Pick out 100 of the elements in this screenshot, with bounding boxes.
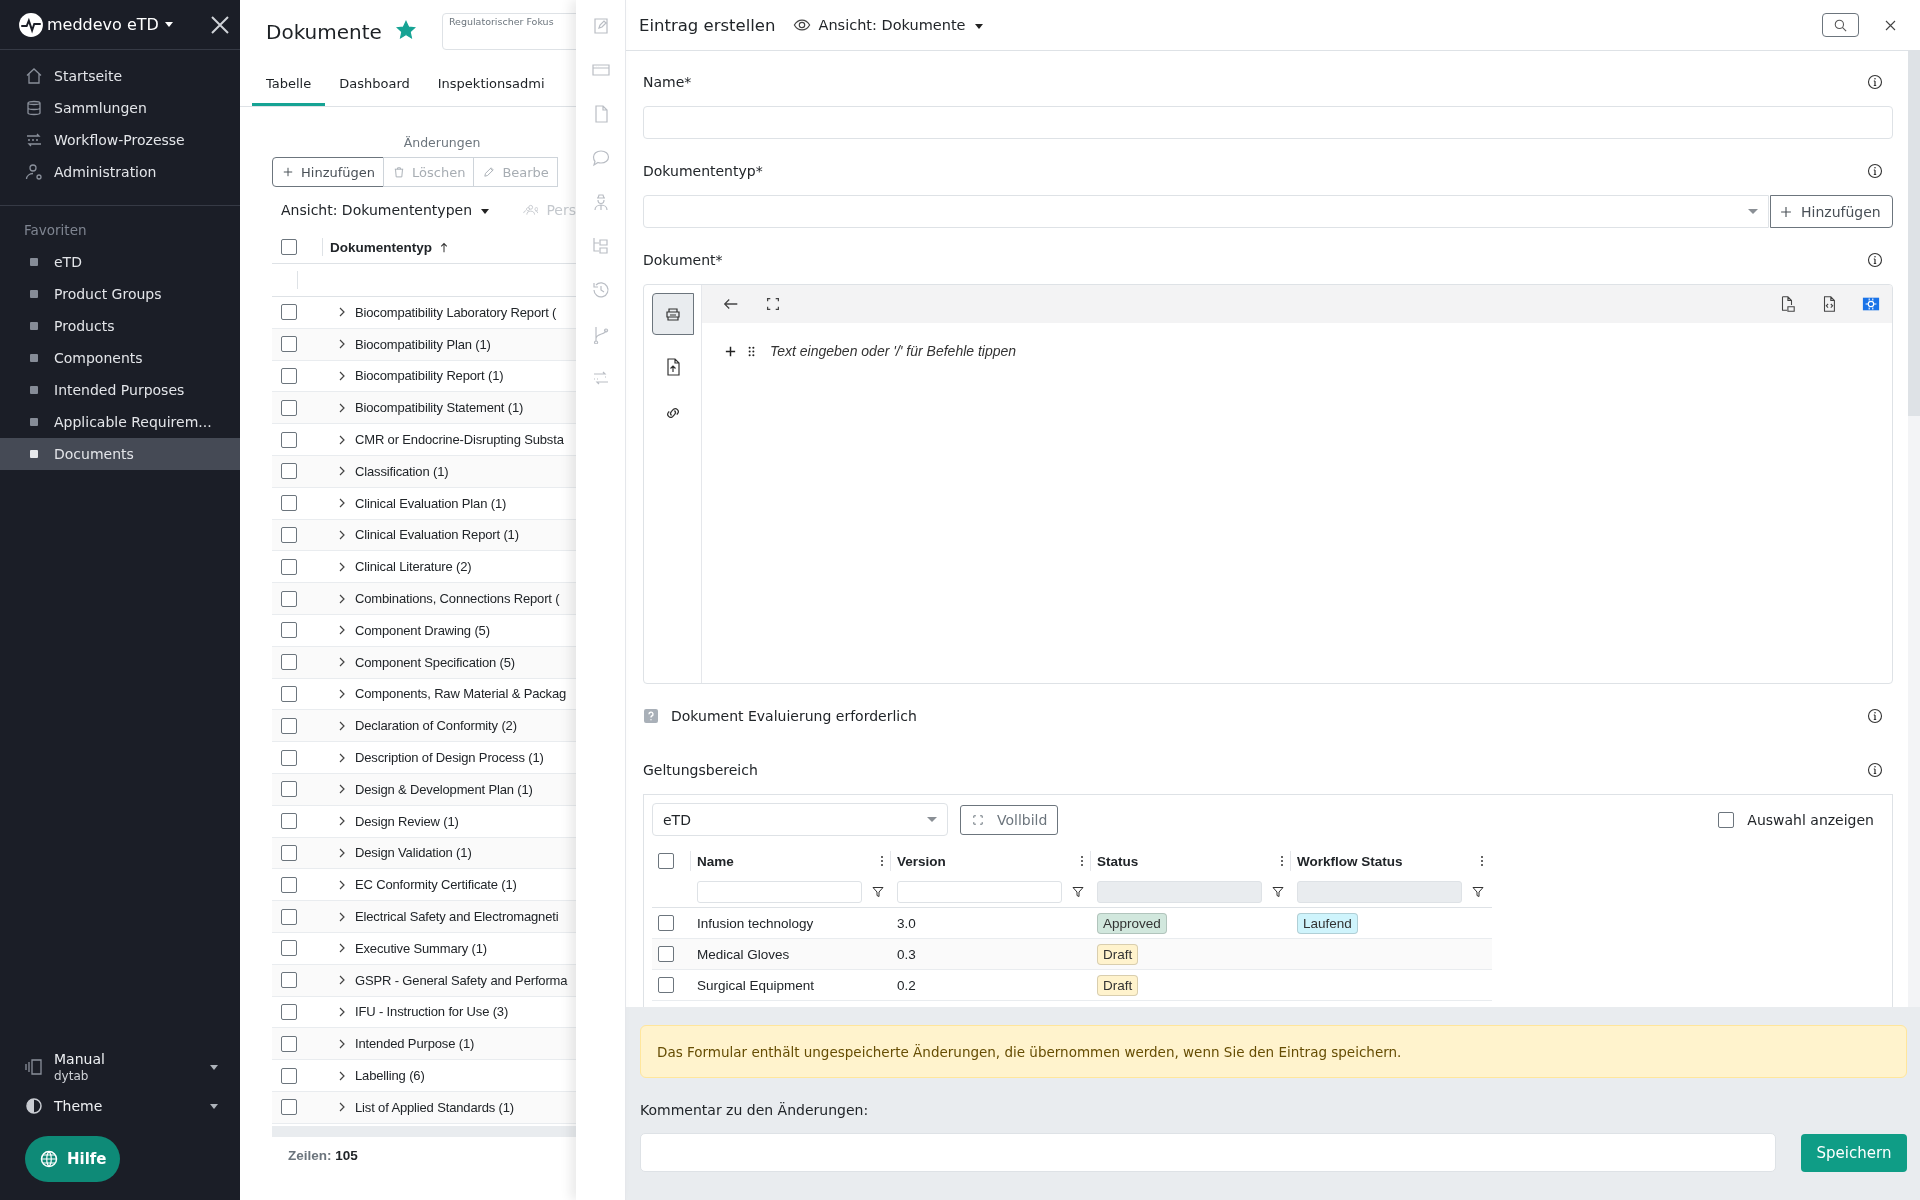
expand-icon[interactable] (338, 878, 346, 891)
expand-icon[interactable] (338, 465, 346, 478)
row-checkbox[interactable] (658, 946, 674, 962)
fullscreen-button[interactable]: Vollbild (960, 804, 1059, 835)
expand-icon[interactable] (338, 560, 346, 573)
row-checkbox[interactable] (281, 844, 297, 861)
group-row[interactable]: Description of Design Process (1) (355, 750, 544, 766)
info-icon[interactable] (1867, 74, 1883, 90)
group-row[interactable]: Biocompatibility Laboratory Report ( (355, 304, 557, 320)
expand-icon[interactable] (338, 624, 346, 637)
row-checkbox[interactable] (281, 590, 297, 607)
group-row[interactable]: CMR or Endocrine-Disrupting Substa (355, 432, 564, 448)
filter-icon[interactable] (1072, 885, 1084, 898)
group-row[interactable]: Design Review (1) (355, 813, 459, 829)
column-menu-icon[interactable] (1480, 855, 1484, 867)
row-checkbox[interactable] (281, 749, 297, 766)
nav-item[interactable]: Administration (54, 164, 157, 180)
expand-icon[interactable] (338, 656, 346, 669)
row-checkbox[interactable] (281, 526, 297, 543)
column-menu-icon[interactable] (1280, 855, 1284, 867)
info-icon[interactable] (1867, 762, 1883, 778)
expand-icon[interactable] (338, 751, 346, 764)
group-row[interactable]: Intended Purpose (1) (355, 1036, 475, 1052)
close-icon[interactable] (210, 14, 230, 35)
row-checkbox[interactable] (281, 940, 297, 957)
expand-icon[interactable] (338, 910, 346, 923)
row-checkbox[interactable] (281, 431, 297, 448)
info-icon[interactable] (1867, 252, 1883, 268)
indeterminate-checkbox[interactable] (644, 709, 658, 723)
column-header[interactable]: Version (897, 853, 1080, 869)
expand-icon[interactable] (338, 942, 346, 955)
comment-field[interactable] (640, 1133, 1776, 1172)
select-all-checkbox[interactable] (281, 239, 297, 255)
scrollbar-thumb[interactable] (1908, 51, 1920, 416)
filter-field[interactable] (1297, 880, 1462, 903)
group-row[interactable]: Clinical Literature (2) (355, 559, 472, 575)
group-row[interactable]: Executive Summary (1) (355, 940, 487, 956)
info-icon[interactable] (1867, 708, 1883, 724)
row-checkbox[interactable] (281, 876, 297, 893)
column-menu-icon[interactable] (880, 855, 884, 867)
nav-item[interactable]: Sammlungen (54, 100, 147, 116)
filter-icon[interactable] (1272, 885, 1284, 898)
expand-icon[interactable] (338, 497, 346, 510)
expand-icon[interactable] (338, 528, 346, 541)
archive-icon[interactable] (651, 293, 694, 335)
select-all-checkbox[interactable] (658, 853, 674, 869)
fullscreen-icon[interactable] (764, 295, 782, 313)
expand-icon[interactable] (338, 815, 346, 828)
expand-icon[interactable] (338, 1101, 346, 1114)
expand-icon[interactable] (338, 1037, 346, 1050)
expand-icon[interactable] (338, 370, 346, 382)
add-icon[interactable] (724, 344, 737, 358)
star-icon[interactable] (395, 19, 416, 40)
expand-icon[interactable] (338, 1005, 346, 1018)
row-checkbox[interactable] (281, 813, 297, 830)
row-checkbox[interactable] (281, 399, 297, 416)
checkbox-label[interactable]: Auswahl anzeigen (1747, 811, 1874, 828)
row-checkbox[interactable] (281, 368, 297, 384)
favorite-item[interactable]: Products (0, 310, 240, 342)
row-checkbox[interactable] (281, 463, 297, 480)
caret-icon[interactable] (210, 1103, 218, 1109)
expand-icon[interactable] (338, 1069, 346, 1082)
row-checkbox[interactable] (281, 654, 297, 671)
expand-icon[interactable] (338, 306, 346, 319)
row-checkbox[interactable] (658, 915, 674, 931)
filter-field[interactable] (697, 880, 862, 903)
row-checkbox[interactable] (281, 908, 297, 925)
favorite-item[interactable]: Documents (0, 438, 240, 470)
favorite-item[interactable]: Components (0, 342, 240, 374)
help-button[interactable]: Hilfe (25, 1136, 120, 1182)
row-checkbox[interactable] (281, 781, 297, 798)
favorite-item[interactable]: Product Groups (0, 278, 240, 310)
search-button[interactable] (1822, 13, 1859, 37)
view-dropdown[interactable]: Ansicht: Dokumententypen (281, 202, 489, 218)
filter-icon[interactable] (872, 885, 884, 898)
favorite-item[interactable]: Applicable Requirem... (0, 406, 240, 438)
expand-icon[interactable] (338, 592, 346, 605)
expand-icon[interactable] (338, 846, 346, 859)
row-checkbox[interactable] (281, 336, 297, 353)
expand-icon[interactable] (338, 433, 346, 446)
tab[interactable]: Inspektionsadmi (423, 63, 559, 106)
group-row[interactable]: Component Drawing (5) (355, 622, 490, 638)
row-checkbox[interactable] (281, 1067, 297, 1084)
group-row[interactable]: Labelling (6) (355, 1068, 425, 1083)
theme-menu[interactable]: Theme (54, 1098, 204, 1114)
sort-ascending-icon[interactable] (440, 241, 448, 253)
app-name[interactable]: meddevo eTD (47, 15, 159, 34)
expand-icon[interactable] (338, 338, 346, 351)
nav-item[interactable]: Workflow-Prozesse (54, 132, 185, 148)
view-dropdown[interactable]: Ansicht: Dokumente (818, 17, 983, 33)
row-checkbox[interactable] (281, 1003, 297, 1020)
column-header[interactable]: Name (697, 853, 880, 869)
horizontal-scrollbar[interactable] (272, 1126, 576, 1137)
collection-dropdown[interactable]: eTD (652, 803, 948, 836)
favorite-item[interactable]: eTD (0, 246, 240, 278)
editor-placeholder[interactable]: Text eingeben oder '/' für Befehle tippen (770, 343, 1017, 359)
workspace-name[interactable]: Manual (54, 1051, 204, 1067)
column-header[interactable]: Status (1097, 853, 1280, 869)
tab[interactable]: Tabelle (252, 63, 326, 106)
expand-icon[interactable] (338, 687, 346, 700)
